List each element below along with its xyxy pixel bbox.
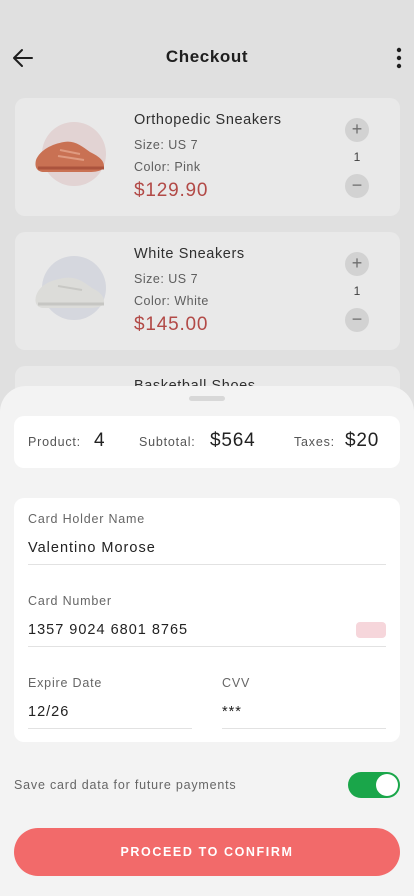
card-number-label: Card Number [28,594,112,608]
toggle-knob [376,774,398,796]
card-holder-label: Card Holder Name [28,512,146,526]
payment-sheet: Product: 4 Subtotal: $564 Taxes: $20 Car… [0,386,414,896]
save-card-toggle[interactable] [348,772,400,798]
product-count-label: Product: [28,435,81,449]
expire-date-input[interactable] [28,704,192,729]
card-number-input[interactable] [28,622,386,647]
cvv-input[interactable] [222,704,386,729]
card-brand-icon [356,622,386,638]
cvv-label: CVV [222,676,251,690]
taxes-value: $20 [345,430,380,451]
drag-handle[interactable] [189,396,225,401]
subtotal-value: $564 [210,430,256,451]
card-form: Card Holder Name Card Number Expire Date… [14,498,400,742]
card-holder-input[interactable] [28,540,386,565]
product-count-value: 4 [94,430,106,451]
expire-date-label: Expire Date [28,676,103,690]
subtotal-label: Subtotal: [139,435,196,449]
order-summary: Product: 4 Subtotal: $564 Taxes: $20 [14,416,400,468]
proceed-to-confirm-button[interactable]: PROCEED TO CONFIRM [14,828,400,876]
save-card-label: Save card data for future payments [14,778,237,792]
taxes-label: Taxes: [294,435,335,449]
